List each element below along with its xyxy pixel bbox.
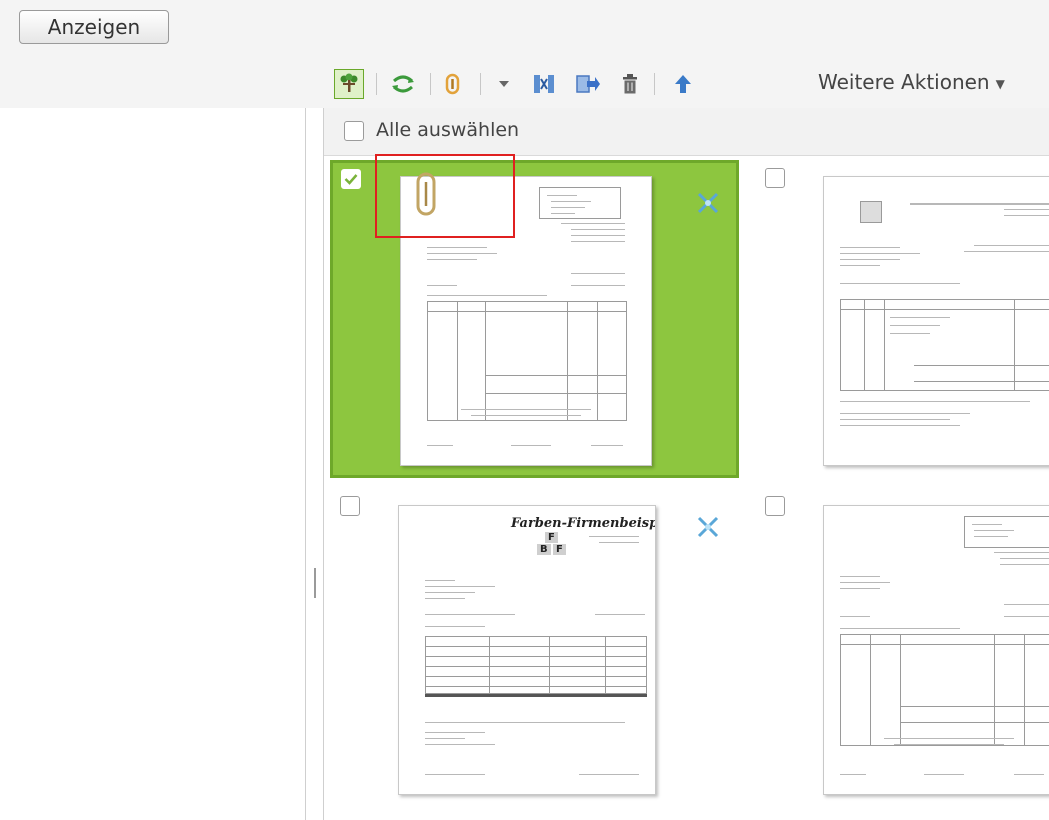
arrow-up-icon[interactable] <box>668 69 698 99</box>
sync-icon[interactable] <box>388 69 418 99</box>
sender-logo-box <box>539 187 621 219</box>
select-all-checkbox[interactable] <box>344 121 364 141</box>
document-checkbox[interactable] <box>341 169 361 189</box>
pin-icon[interactable] <box>695 514 721 540</box>
document-checkbox[interactable] <box>765 168 785 188</box>
pin-icon[interactable] <box>695 190 721 216</box>
left-pane <box>0 108 304 820</box>
document-thumbnail[interactable] <box>823 505 1049 795</box>
chevron-down-icon: ▼ <box>995 76 1005 91</box>
trash-icon[interactable] <box>615 69 645 99</box>
document-checkbox[interactable] <box>340 496 360 516</box>
invoice-table <box>840 634 1049 746</box>
logo-letter: B <box>537 544 551 555</box>
toolbar-separator <box>376 73 377 95</box>
toolbar-separator <box>480 73 481 95</box>
sender-logo-box <box>964 516 1049 548</box>
document-thumbnail[interactable]: Farben-Firmenbeispiel F B F <box>398 505 656 795</box>
pane-divider <box>305 108 306 820</box>
show-button[interactable]: Anzeigen <box>19 10 169 44</box>
dropdown-arrow-icon[interactable] <box>489 69 519 99</box>
company-logo <box>860 201 882 223</box>
logo-letter: F <box>545 532 558 543</box>
toolbar-separator <box>654 73 655 95</box>
more-actions-label: Weitere Aktionen <box>818 70 990 94</box>
invoice-table <box>840 299 1049 391</box>
select-all-label: Alle auswählen <box>376 119 520 141</box>
logo-letter: F <box>553 544 566 555</box>
select-all-row[interactable]: Alle auswählen <box>324 108 1049 156</box>
tree-icon[interactable] <box>334 69 364 99</box>
toolbar: Weitere Aktionen ▼ <box>334 66 1049 102</box>
highlight-box <box>375 154 515 238</box>
document-header-title: Farben-Firmenbeispiel <box>511 516 655 531</box>
more-actions-menu[interactable]: Weitere Aktionen ▼ <box>818 70 1005 94</box>
splitter-handle[interactable] <box>314 568 316 598</box>
toolbar-separator <box>430 73 431 95</box>
paperclip-icon[interactable] <box>438 69 468 99</box>
merge-columns-icon[interactable] <box>529 69 559 99</box>
document-checkbox[interactable] <box>765 496 785 516</box>
move-icon[interactable] <box>573 69 603 99</box>
document-thumbnail[interactable] <box>823 176 1049 466</box>
